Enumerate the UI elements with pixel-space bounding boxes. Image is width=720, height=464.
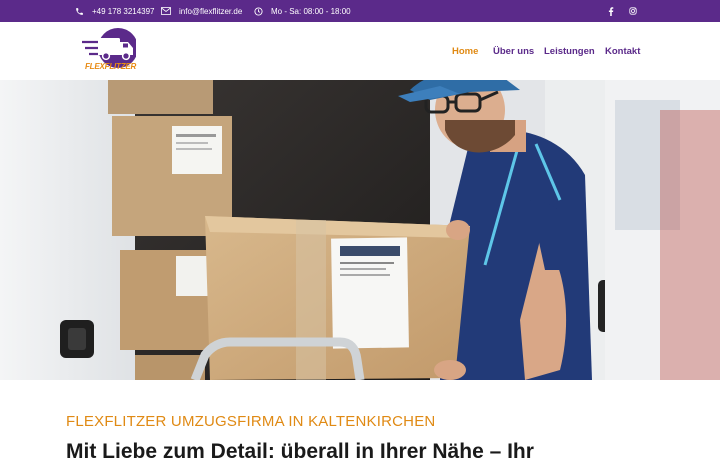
nav-kontakt[interactable]: Kontakt <box>605 46 640 57</box>
phone-number[interactable]: +49 178 3214397 <box>92 7 155 16</box>
instagram-icon[interactable] <box>628 6 638 16</box>
nav-leistungen[interactable]: Leistungen <box>544 46 595 57</box>
phone-info[interactable]: +49 178 3214397 <box>74 0 155 22</box>
opening-hours: Mo - Sa: 08:00 - 18:00 <box>253 0 351 22</box>
opening-hours-text: Mo - Sa: 08:00 - 18:00 <box>271 6 351 16</box>
phone-icon <box>74 6 84 16</box>
section-headline: Mit Liebe zum Detail: überall in Ihrer N… <box>66 440 534 463</box>
nav-home[interactable]: Home <box>452 46 478 57</box>
clock-icon <box>253 6 263 16</box>
email-info[interactable]: info@flexflitzer.de <box>161 0 242 22</box>
facebook-link[interactable] <box>606 0 624 22</box>
hero-illustration <box>0 80 720 380</box>
instagram-link[interactable] <box>628 0 646 22</box>
email-address[interactable]: info@flexflitzer.de <box>179 7 242 16</box>
envelope-icon <box>161 6 171 16</box>
facebook-icon[interactable] <box>606 6 616 16</box>
section-subtitle: FLEXFLITZER UMZUGSFIRMA IN KALTENKIRCHEN <box>66 413 436 430</box>
top-info-bar: +49 178 3214397 info@flexflitzer.de Mo -… <box>0 0 720 22</box>
logo-wordmark[interactable]: FLEXFLITZER <box>85 62 136 71</box>
hero-image <box>0 80 720 380</box>
nav-ueber-uns[interactable]: Über uns <box>493 46 534 57</box>
